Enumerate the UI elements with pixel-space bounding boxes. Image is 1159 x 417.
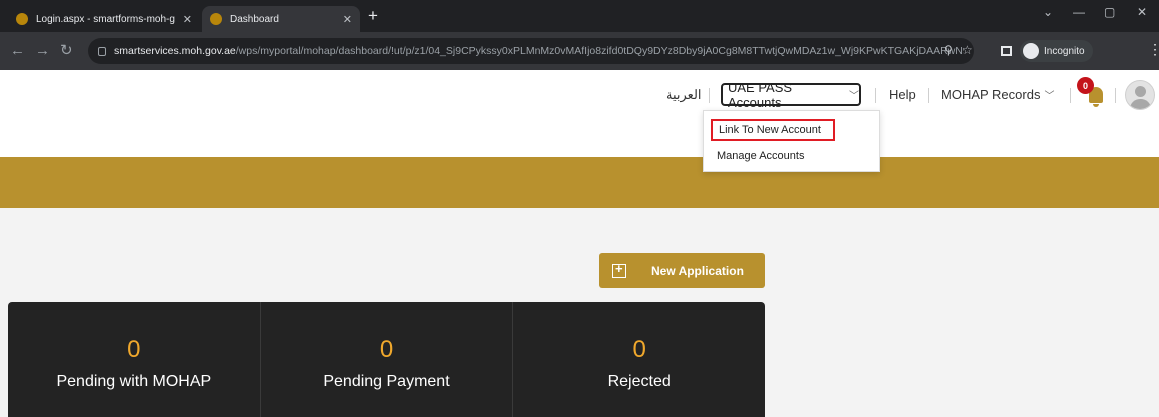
mohap-favicon-icon [210, 13, 222, 25]
chevron-down-icon: ﹀ [1044, 91, 1055, 102]
stat-value: 0 [127, 336, 141, 363]
stat-pending-mohap[interactable]: 0 Pending with MOHAP [8, 302, 261, 417]
stat-pending-payment[interactable]: 0 Pending Payment [261, 302, 514, 417]
user-icon [1135, 86, 1146, 97]
address-bar[interactable]: smartservices.moh.gov.ae /wps/myportal/m… [88, 38, 974, 64]
uae-pass-accounts-menu[interactable]: UAE PASS Accounts ﹀ [721, 80, 861, 110]
divider [709, 88, 710, 103]
close-icon[interactable]: ✕ [343, 13, 352, 26]
application-stats: 0 Pending with MOHAP 0 Pending Payment 0… [8, 302, 765, 417]
uae-pass-dropdown: Link To New Account Manage Accounts [703, 110, 880, 172]
back-icon[interactable]: ← [10, 41, 25, 61]
language-link[interactable]: العربية [666, 87, 702, 103]
stat-rejected[interactable]: 0 Rejected [513, 302, 765, 417]
forward-icon[interactable]: → [35, 41, 50, 61]
close-icon[interactable]: ✕ [183, 13, 192, 26]
avatar[interactable] [1125, 80, 1155, 110]
mohap-records-menu[interactable]: MOHAP Records ﹀ [941, 87, 1054, 102]
chevron-down-icon: ﹀ [849, 91, 859, 102]
incognito-indicator[interactable]: Incognito [1020, 40, 1093, 62]
divider [875, 88, 876, 103]
divider [1115, 88, 1116, 103]
stat-value: 0 [632, 336, 646, 363]
maximize-icon[interactable]: ▢ [1104, 5, 1115, 19]
tab-dashboard[interactable]: Dashboard ✕ [202, 6, 360, 32]
browser-toolbar: ← → ↻ smartservices.moh.gov.ae /wps/mypo… [0, 32, 1159, 70]
tab-search-chevron-icon[interactable]: ⌄ [1043, 5, 1053, 19]
reload-icon[interactable]: ↻ [60, 41, 73, 61]
mohap-favicon-icon [16, 13, 28, 25]
browser-menu-icon[interactable]: ⋮ [1148, 41, 1159, 58]
url-path: /wps/myportal/mohap/dashboard/!ut/p/z1/0… [235, 45, 964, 57]
mohap-records-label: MOHAP Records [941, 87, 1041, 102]
link-to-new-account-item[interactable]: Link To New Account [711, 119, 835, 141]
help-link[interactable]: Help [889, 87, 916, 102]
incognito-label: Incognito [1044, 45, 1085, 57]
minimize-icon[interactable]: — [1073, 5, 1085, 19]
manage-accounts-item[interactable]: Manage Accounts [711, 147, 810, 165]
add-box-icon [612, 261, 626, 278]
tab-login[interactable]: Login.aspx - smartforms-moh-g ✕ [8, 6, 200, 32]
url-host: smartservices.moh.gov.ae [114, 45, 236, 57]
stat-label: Pending Payment [323, 373, 450, 390]
uae-pass-label: UAE PASS Accounts [728, 79, 793, 110]
stat-value: 0 [379, 336, 394, 363]
new-application-button[interactable]: New Application [599, 253, 765, 288]
window-close-icon[interactable]: ✕ [1137, 5, 1147, 19]
divider [928, 88, 929, 103]
zoom-search-icon[interactable]: ⚲ [944, 43, 953, 57]
notification-badge: 0 [1077, 77, 1094, 94]
incognito-icon [1023, 43, 1039, 59]
lock-icon [98, 46, 106, 56]
new-tab-icon[interactable]: + [368, 6, 378, 26]
new-application-label: New Application [651, 263, 744, 278]
browser-tab-bar: Login.aspx - smartforms-moh-g ✕ Dashboar… [0, 0, 1159, 32]
tab-title: Login.aspx - smartforms-moh-g [36, 13, 175, 25]
divider [1070, 88, 1071, 103]
tab-title: Dashboard [230, 13, 279, 25]
stat-label: Rejected [607, 373, 671, 390]
bookmark-star-icon[interactable]: ☆ [962, 43, 973, 57]
page-banner [0, 157, 1159, 208]
stat-label: Pending with MOHAP [56, 373, 212, 390]
side-panel-icon[interactable] [1001, 46, 1012, 56]
